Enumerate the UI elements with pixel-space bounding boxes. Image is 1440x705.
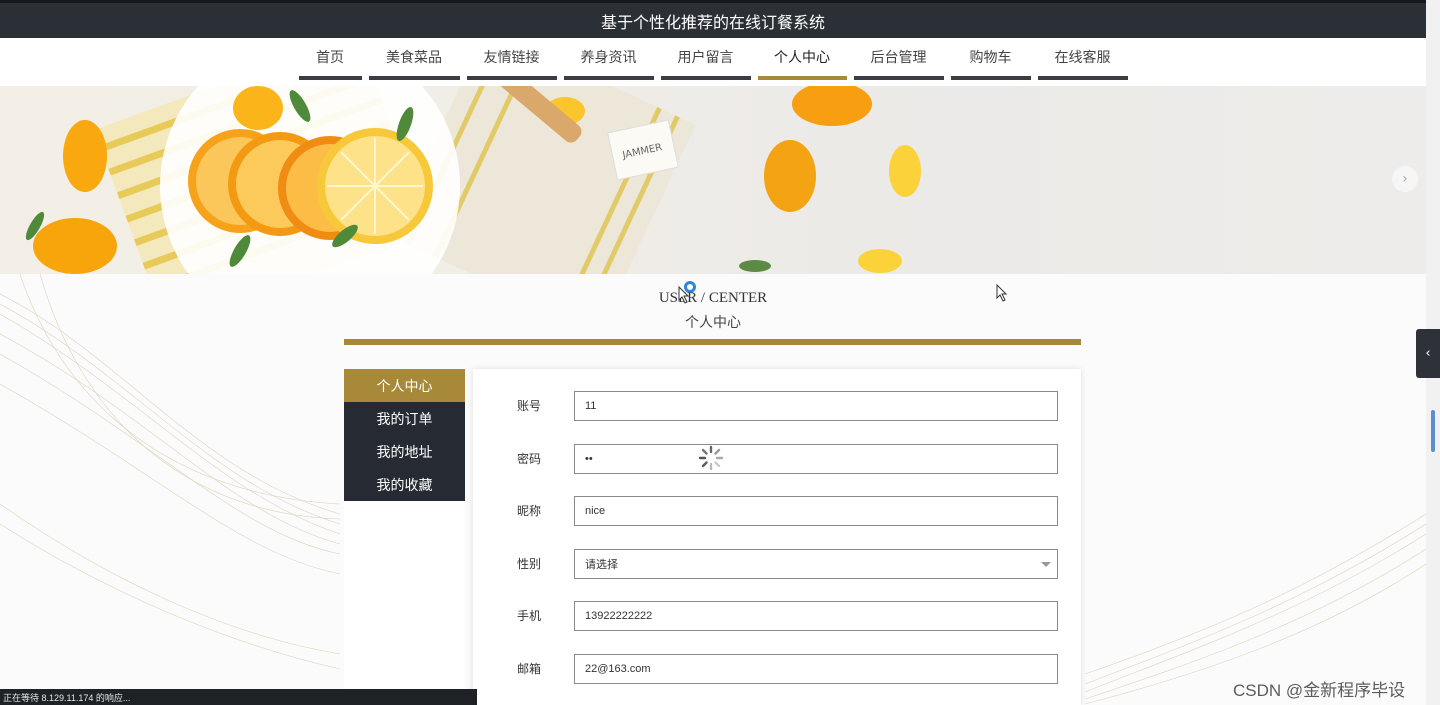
user-side-menu: 个人中心 我的订单 我的地址 我的收藏: [344, 369, 465, 694]
side-item-my-orders[interactable]: 我的订单: [344, 402, 465, 435]
nav-item-messages[interactable]: 用户留言: [660, 38, 751, 80]
nav-item-health-news[interactable]: 养身资讯: [563, 38, 654, 80]
phone-label: 手机: [517, 609, 542, 623]
app-title: 基于个性化推荐的在线订餐系统: [600, 12, 825, 32]
password-input[interactable]: ••: [574, 444, 1058, 474]
main-nav: 首页 美食菜品 友情链接 养身资讯 用户留言 个人中心 后台管理 购物车 在线客…: [0, 38, 1426, 86]
phone-input[interactable]: 13922222222: [574, 601, 1058, 631]
gender-label: 性别: [517, 557, 542, 571]
browser-status-bar: 正在等待 8.129.11.174 的响应...: [0, 689, 477, 705]
mouse-cursor-icon: [678, 286, 690, 304]
form-row-phone: 手机 13922222222: [473, 601, 1081, 631]
nav-item-admin[interactable]: 后台管理: [853, 38, 944, 80]
account-label: 账号: [517, 399, 542, 413]
app-title-bar: 基于个性化推荐的在线订餐系统: [0, 0, 1426, 38]
side-item-user-center[interactable]: 个人中心: [344, 369, 465, 402]
nav-item-label: 购物车: [969, 50, 1012, 66]
nav-item-label: 美食菜品: [386, 50, 442, 66]
nav-item-label: 个人中心: [774, 50, 830, 66]
section-title-zh: 个人中心: [685, 315, 741, 331]
status-text: 正在等待 8.129.11.174 的响应...: [3, 692, 131, 703]
mouse-cursor-icon: [996, 284, 1008, 302]
nav-item-label: 在线客服: [1054, 50, 1111, 66]
banner-next-button[interactable]: ›: [1392, 166, 1418, 192]
form-row-email: 邮箱 22@163.com: [473, 654, 1081, 684]
nav-item-links[interactable]: 友情链接: [466, 38, 557, 80]
nav-item-label: 养身资讯: [580, 50, 637, 66]
side-item-label: 我的收藏: [376, 477, 433, 494]
gender-select-value: 请选择: [585, 559, 618, 571]
nav-item-support[interactable]: 在线客服: [1037, 38, 1128, 80]
nickname-label: 昵称: [517, 504, 542, 518]
side-item-label: 个人中心: [376, 378, 433, 395]
section-divider: [344, 339, 1081, 345]
banner-image: JAMMER: [25, 86, 921, 274]
form-row-nickname: 昵称 nice: [473, 496, 1081, 526]
account-input[interactable]: 11: [574, 391, 1058, 421]
gender-select[interactable]: 请选择: [574, 549, 1058, 579]
nav-item-user-center[interactable]: 个人中心: [757, 38, 847, 80]
profile-form: 账号 11 密码 •• 昵称 nice 性别 请选择 手机 1392222222…: [473, 369, 1081, 705]
section-title-en: USER / CENTER: [658, 290, 768, 306]
hero-banner: JAMMER ›: [0, 86, 1426, 274]
nickname-input[interactable]: nice: [574, 496, 1058, 526]
email-label: 邮箱: [517, 662, 542, 676]
nav-item-label: 友情链接: [483, 50, 540, 66]
side-panel-toggle[interactable]: ‹: [1416, 329, 1440, 378]
nav-item-food[interactable]: 美食菜品: [368, 38, 460, 80]
form-row-gender: 性别 请选择: [473, 549, 1081, 579]
side-item-my-address[interactable]: 我的地址: [344, 435, 465, 468]
password-label: 密码: [517, 452, 542, 466]
watermark: CSDN @金新程序毕设: [1233, 681, 1406, 700]
nav-item-label: 后台管理: [870, 50, 927, 66]
nav-item-label: 用户留言: [677, 50, 734, 66]
chevron-left-icon: ‹: [1425, 346, 1431, 361]
nav-item-home[interactable]: 首页: [298, 38, 362, 80]
loading-spinner-icon: [698, 445, 724, 471]
scrollbar-thumb[interactable]: [1431, 410, 1435, 452]
side-item-label: 我的订单: [376, 411, 433, 428]
form-row-account: 账号 11: [473, 391, 1081, 421]
chevron-right-icon: ›: [1402, 171, 1408, 187]
nav-item-label: 首页: [316, 50, 344, 66]
chevron-down-icon: [1041, 562, 1051, 567]
nav-item-cart[interactable]: 购物车: [950, 38, 1031, 80]
side-item-my-favorites[interactable]: 我的收藏: [344, 468, 465, 501]
form-row-password: 密码 ••: [473, 444, 1081, 474]
side-item-label: 我的地址: [376, 444, 433, 461]
email-input[interactable]: 22@163.com: [574, 654, 1058, 684]
